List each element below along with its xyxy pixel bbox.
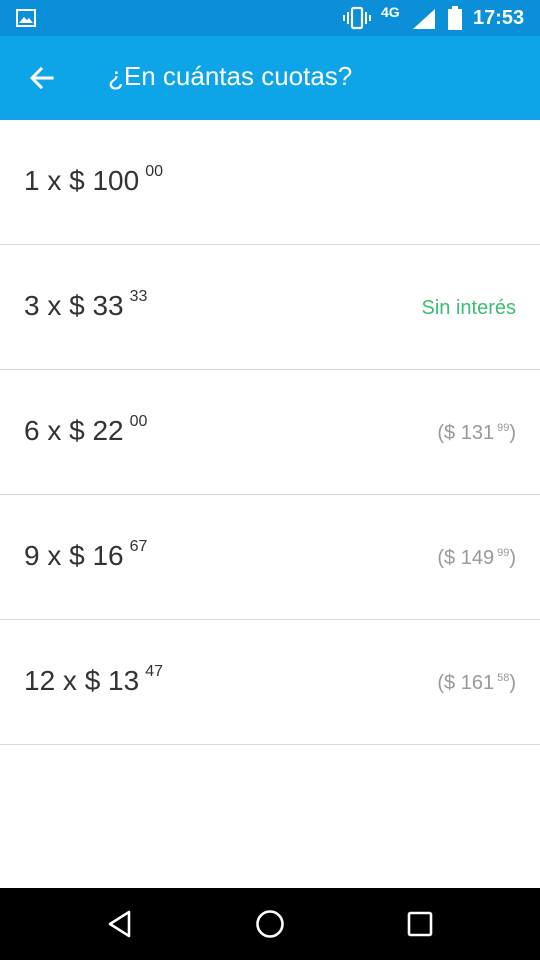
page-title: ¿En cuántas cuotas? [108, 61, 353, 91]
gallery-icon [16, 9, 36, 27]
installment-cents: 00 [129, 413, 148, 430]
system-nav-bar [0, 888, 540, 960]
installment-amount-label: 1 x $ 100 [24, 165, 140, 196]
installment-amount-label: 9 x $ 16 [24, 540, 124, 571]
installment-amount: 1 x $ 100 00 [24, 163, 163, 197]
network-type-label: 4G [381, 4, 400, 20]
back-arrow-icon[interactable] [22, 58, 62, 98]
vibrate-icon [343, 6, 371, 30]
installment-amount-label: 3 x $ 33 [24, 290, 124, 321]
installment-option-12[interactable]: 12 x $ 13 47 ($ 161 58) [0, 620, 540, 745]
installments-list: 1 x $ 100 00 3 x $ 33 33 Sin interés 6 x $… [0, 120, 540, 745]
total-amount-label: ($ 131 [437, 422, 495, 444]
app-bar: ¿En cuántas cuotas? [0, 36, 540, 120]
battery-icon [448, 6, 462, 30]
total-cents: 99 [497, 422, 510, 434]
screen: 4G 17:53 ¿En cuántas cuotas? 1 x $ 100 00… [0, 0, 540, 960]
total-amount-label: ($ 149 [437, 547, 495, 569]
signal-icon [413, 9, 435, 29]
recents-square-icon[interactable] [402, 906, 438, 942]
installment-option-1[interactable]: 1 x $ 100 00 [0, 120, 540, 245]
total-cents: 58 [497, 672, 510, 684]
installment-option-9[interactable]: 9 x $ 16 67 ($ 149 99) [0, 495, 540, 620]
installment-cents: 00 [145, 163, 163, 180]
total-amount-label: ($ 161 [437, 672, 495, 694]
clock: 17:53 [473, 7, 525, 29]
total-amount: ($ 161 58) [437, 672, 516, 695]
total-amount: ($ 131 99) [437, 422, 516, 445]
installment-amount: 6 x $ 22 00 [24, 413, 148, 447]
back-triangle-icon[interactable] [103, 906, 139, 942]
installment-cents: 47 [145, 663, 163, 680]
status-bar: 4G 17:53 [0, 0, 540, 36]
total-suffix: ) [509, 547, 516, 569]
installment-option-3[interactable]: 3 x $ 33 33 Sin interés [0, 245, 540, 370]
home-circle-icon[interactable] [252, 906, 288, 942]
installment-option-6[interactable]: 6 x $ 22 00 ($ 131 99) [0, 370, 540, 495]
installment-amount: 9 x $ 16 67 [24, 538, 148, 572]
total-amount: ($ 149 99) [437, 547, 516, 570]
total-cents: 99 [497, 547, 510, 559]
installment-cents: 67 [129, 538, 148, 555]
total-suffix: ) [509, 422, 516, 444]
installment-cents: 33 [129, 288, 148, 305]
installment-amount: 12 x $ 13 47 [24, 663, 163, 697]
installment-amount: 3 x $ 33 33 [24, 288, 148, 322]
installment-amount-label: 12 x $ 13 [24, 665, 140, 696]
total-suffix: ) [509, 672, 516, 694]
installment-amount-label: 6 x $ 22 [24, 415, 124, 446]
interest-free-label: Sin interés [421, 297, 517, 319]
